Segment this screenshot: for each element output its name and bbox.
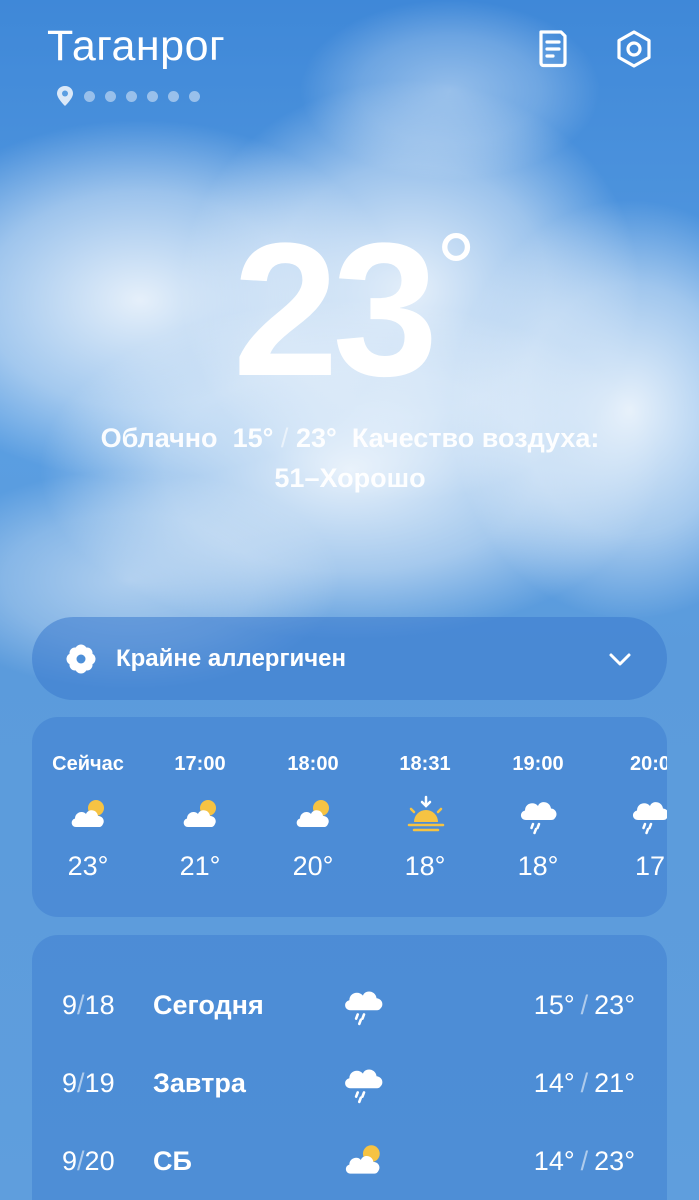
hourly-time: Сейчас	[52, 753, 124, 775]
hourly-item[interactable]: Сейчас 23°	[32, 717, 144, 917]
daily-high: 23°	[594, 990, 635, 1020]
current-temperature: 23°	[0, 215, 699, 405]
daily-row[interactable]: 9/18 Сегодня 15°/23°	[32, 976, 667, 1036]
daily-low: 15°	[533, 990, 575, 1020]
daily-high: 23°	[594, 1146, 635, 1176]
page-dot[interactable]	[147, 90, 158, 102]
allergy-label: Крайне аллергичен	[116, 644, 346, 672]
daily-temp-range: 14°/21°	[534, 1068, 635, 1099]
sunset-icon	[405, 795, 447, 835]
location-pager[interactable]	[56, 86, 200, 106]
hourly-temp: 17	[634, 851, 666, 881]
date-day: 19	[84, 1068, 115, 1098]
chevron-down-icon[interactable]	[607, 646, 633, 672]
hourly-item[interactable]: 20:0 17	[594, 717, 667, 917]
rain-icon	[630, 795, 667, 835]
date-day: 18	[84, 990, 115, 1020]
today-low: 15°	[232, 423, 274, 453]
daily-day-name: Сегодня	[153, 990, 264, 1020]
daily-low: 14°	[533, 1146, 575, 1176]
document-list-icon	[539, 30, 567, 68]
allergy-card[interactable]: Крайне аллергичен	[32, 617, 667, 700]
daily-date: 9/18	[62, 990, 115, 1021]
range-separator: /	[580, 990, 589, 1020]
rain-icon	[518, 795, 560, 835]
date-month: 9	[62, 1146, 78, 1176]
hourly-forecast[interactable]: Сейчас 23° 17:00 21° 18:00 20° 18:31 18° 19:00 18…	[32, 717, 667, 917]
location-pin-icon	[57, 86, 73, 106]
daily-day-name: Завтра	[153, 1068, 246, 1098]
partly-cloudy-icon	[293, 795, 335, 835]
degree-symbol: °	[436, 213, 476, 325]
hourly-temp: 23°	[67, 851, 109, 881]
gear-icon	[617, 30, 651, 68]
hourly-temp: 20°	[292, 851, 334, 881]
city-name[interactable]: Таганрог	[47, 22, 225, 71]
range-separator: /	[580, 1068, 589, 1098]
hourly-item[interactable]: 18:00 20°	[257, 717, 369, 917]
range-separator: /	[580, 1146, 589, 1176]
partly-cloudy-icon	[68, 795, 110, 835]
date-separator: /	[77, 1068, 85, 1098]
page-dot[interactable]	[168, 90, 179, 102]
rain-icon	[342, 984, 386, 1026]
hourly-item[interactable]: 17:00 21°	[144, 717, 256, 917]
daily-high: 21°	[594, 1068, 635, 1098]
date-separator: /	[77, 990, 85, 1020]
air-quality-label[interactable]: Качество воздуха:	[352, 423, 600, 453]
daily-temp-range: 15°/23°	[534, 990, 635, 1021]
date-separator: /	[77, 1146, 85, 1176]
date-month: 9	[62, 1068, 78, 1098]
hourly-time: 17:00	[174, 753, 226, 775]
daily-forecast[interactable]: 9/18 Сегодня 15°/23° 9/19 Завтра 14°/21° 9/20 С…	[32, 935, 667, 1200]
cities-list-button[interactable]	[530, 26, 576, 72]
range-separator: /	[280, 423, 289, 453]
daily-temp-range: 14°/23°	[534, 1146, 635, 1177]
settings-button[interactable]	[611, 26, 657, 72]
date-month: 9	[62, 990, 78, 1020]
daily-low: 14°	[533, 1068, 575, 1098]
condition-text: Облачно	[100, 423, 218, 453]
weather-summary: Облачно 15° / 23° Качество воздуха: 51–Х…	[60, 418, 640, 498]
hourly-time: 19:00	[512, 753, 564, 775]
page-dot[interactable]	[189, 90, 200, 102]
partly-cloudy-icon	[180, 795, 222, 835]
hourly-time: 20:0	[629, 753, 667, 775]
daily-date: 9/20	[62, 1146, 115, 1177]
today-high: 23°	[295, 423, 337, 453]
flower-icon	[66, 644, 96, 673]
daily-date: 9/19	[62, 1068, 115, 1099]
hourly-temp: 18°	[404, 851, 446, 881]
daily-row[interactable]: 9/19 Завтра 14°/21°	[32, 1054, 667, 1114]
page-dot[interactable]	[126, 90, 137, 102]
hourly-item[interactable]: 19:00 18°	[482, 717, 594, 917]
hourly-time: 18:31	[399, 753, 451, 775]
hourly-time: 18:00	[287, 753, 339, 775]
page-dot[interactable]	[105, 90, 116, 102]
temperature-value: 23	[232, 204, 438, 416]
hourly-temp: 18°	[517, 851, 559, 881]
daily-row[interactable]: 9/20 СБ 14°/23°	[32, 1132, 667, 1192]
hourly-item[interactable]: 18:31 18°	[369, 717, 481, 917]
page-dot[interactable]	[84, 90, 95, 102]
daily-day-name: СБ	[153, 1146, 192, 1176]
date-day: 20	[84, 1146, 115, 1176]
rain-icon	[342, 1062, 386, 1104]
hourly-temp: 21°	[179, 851, 221, 881]
partly-cloudy-icon	[342, 1140, 386, 1182]
air-quality-value[interactable]: 51–Хорошо	[274, 463, 425, 493]
